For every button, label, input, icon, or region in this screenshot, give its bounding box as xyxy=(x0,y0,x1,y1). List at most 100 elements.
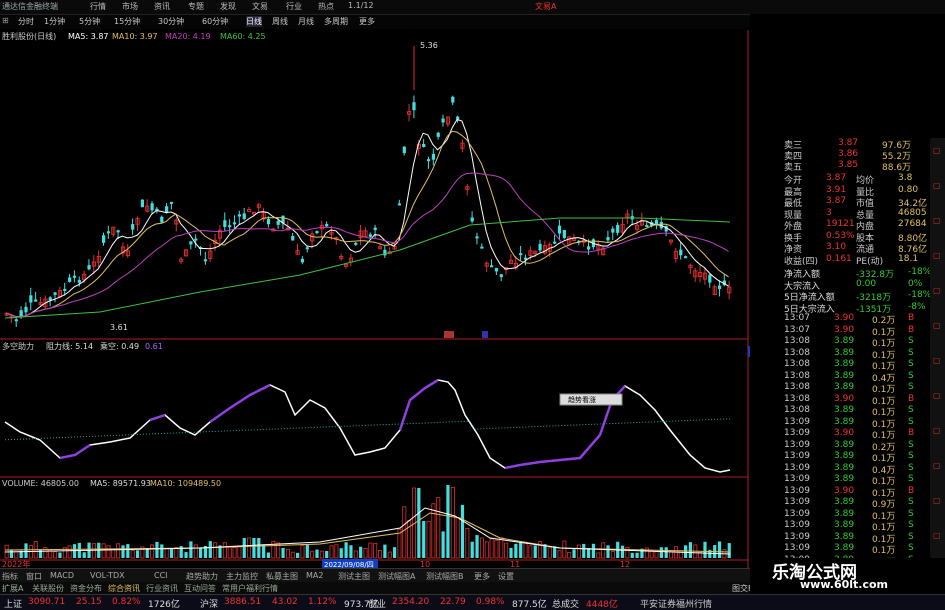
side-tab-icon-0[interactable]: ▢ xyxy=(933,146,941,155)
menu-item-7[interactable]: 热点 xyxy=(318,1,334,12)
menu-item-1[interactable]: 市场 xyxy=(122,1,138,12)
candle-body-87 xyxy=(426,159,431,162)
tick-time-6: 13:08 xyxy=(784,382,810,392)
candle-body-5 xyxy=(29,295,33,303)
period-tab-5[interactable]: 60分钟 xyxy=(202,16,228,27)
vol-bar-45 xyxy=(222,542,227,559)
candle-body-50 xyxy=(247,209,252,212)
status-index-pct-2: 0.98% xyxy=(476,597,505,607)
side-tab-icon-2[interactable]: ▢ xyxy=(933,216,941,225)
tick-time-12: 13:09 xyxy=(784,451,810,461)
kline-chart[interactable]: 胜利股份(日线) MA5: 3.87 MA10: 3.97 MA20: 4.19 MA6… xyxy=(0,30,750,340)
candle-body-140 xyxy=(684,256,688,259)
indicator-tab-7[interactable]: 私募主图 xyxy=(266,571,298,582)
menu-item-6[interactable]: 行业 xyxy=(286,1,302,12)
tick-price-6: 3.89 xyxy=(834,382,855,392)
info-tab-6[interactable]: 常用户福利行情 xyxy=(222,583,278,594)
volume-legend: VOLUME: 46805.00 xyxy=(2,479,79,488)
menu-item-3[interactable]: 专题 xyxy=(188,1,204,12)
period-tab-10[interactable]: 更多 xyxy=(359,16,375,27)
period-tab-8[interactable]: 月线 xyxy=(298,16,314,27)
candle-body-2 xyxy=(14,319,18,322)
status-index-name-0[interactable]: 上证 xyxy=(4,597,22,610)
menu-item-0[interactable]: 行情 xyxy=(90,1,106,12)
toolbar-grid-icon[interactable]: ⊞ xyxy=(2,16,9,25)
indicator-tab-3[interactable]: VOL-TDX xyxy=(90,571,125,580)
candle-body-147 xyxy=(717,285,722,290)
candle-body-9 xyxy=(48,297,52,301)
period-tab-7[interactable]: 周线 xyxy=(272,16,288,27)
menu-item-8[interactable]: 1.1/12 xyxy=(348,1,374,10)
info-tab-3[interactable]: 综合资讯 xyxy=(108,583,140,594)
vol-bar-132 xyxy=(644,547,649,559)
indicator-tab-9[interactable]: 测试主图 xyxy=(338,571,370,582)
vol-bar-54 xyxy=(266,552,271,558)
stat-val1-7: 0.161 xyxy=(826,253,852,264)
period-tab-6[interactable]: 日线 xyxy=(246,16,262,27)
side-tab-icon-11[interactable]: ▢ xyxy=(933,531,941,540)
indicator-tab-5[interactable]: 趋势助力 xyxy=(186,571,218,582)
tick-price-12: 3.89 xyxy=(834,451,855,461)
side-tab-icon-4[interactable]: ▢ xyxy=(933,286,941,295)
title-bar: 通达信金融终端 xyxy=(0,0,945,15)
vol-bar-27 xyxy=(135,550,140,558)
candle-body-81 xyxy=(397,203,402,206)
side-tab-icon-8[interactable]: ▢ xyxy=(933,426,941,435)
info-tab-0[interactable]: 扩展A xyxy=(2,583,23,594)
indicator-tab-10[interactable]: 测试幅图A xyxy=(378,571,415,582)
stat-val2-0: 3.8 xyxy=(898,173,913,183)
indicator-tab-13[interactable]: 设置 xyxy=(498,571,514,582)
indicator-tab-2[interactable]: MACD xyxy=(50,571,74,580)
info-tab-1[interactable]: 关联股份 xyxy=(32,583,64,594)
period-tab-3[interactable]: 15分钟 xyxy=(114,16,140,27)
candle-body-145 xyxy=(708,274,712,283)
stat-val1-2: 3.87 xyxy=(826,196,847,206)
side-tab-icon-5[interactable]: ▢ xyxy=(933,321,941,330)
period-tab-1[interactable]: 1分钟 xyxy=(44,16,65,27)
indicator-tab-1[interactable]: 窗口 xyxy=(26,571,42,582)
stat-val2-7: 18.1 xyxy=(898,253,919,264)
menu-item-4[interactable]: 发现 xyxy=(220,1,236,12)
vol-bar-123 xyxy=(601,542,606,559)
period-tab-4[interactable]: 30分钟 xyxy=(158,16,184,27)
tick-price-17: 3.89 xyxy=(834,508,855,519)
side-tab-strip[interactable]: ▢ ▢ ▢ ▢ ▢ ▢ ▢ ▢ ▢ ▢ ▢ ▢ xyxy=(930,138,945,578)
side-tab-icon-6[interactable]: ▢ xyxy=(933,356,941,365)
vol-bar-30 xyxy=(150,544,155,559)
status-index-name-3[interactable]: 总成交 xyxy=(552,597,579,610)
period-tab-0[interactable]: 分时 xyxy=(18,16,34,27)
indicator-tab-11[interactable]: 测试幅图B xyxy=(426,571,464,582)
indicator-tab-8[interactable]: MA2 xyxy=(306,571,323,580)
indicator-tab-0[interactable]: 指标 xyxy=(2,571,18,582)
indicator-tab-6[interactable]: 主力监控 xyxy=(226,571,258,582)
status-index-name-2[interactable]: 创业 xyxy=(368,597,386,610)
indicator-tab-12[interactable]: 更多 xyxy=(474,571,490,582)
side-tab-icon-7[interactable]: ▢ xyxy=(933,391,941,400)
indicator-chart[interactable]: 多空助力阻力线: 5.14乘空: 0.490.619.547.506.004.5… xyxy=(0,340,750,478)
candle-body-33 xyxy=(165,206,169,213)
status-index-name-1[interactable]: 沪深 xyxy=(200,597,218,610)
period-tab-9[interactable]: 多周期 xyxy=(324,16,348,27)
period-tab-2[interactable]: 5分钟 xyxy=(79,16,100,27)
info-tab-5[interactable]: 互动问答 xyxy=(184,583,216,594)
candle-body-21 xyxy=(106,231,111,234)
info-tab-4[interactable]: 行业资讯 xyxy=(146,583,178,594)
vol-bar-49 xyxy=(242,538,246,558)
candle-body-115 xyxy=(562,230,566,238)
indicator-tab-4[interactable]: CCI xyxy=(154,571,168,580)
menu-item-2[interactable]: 资讯 xyxy=(154,1,170,12)
tick-time-15: 13:09 xyxy=(784,485,810,496)
volume-chart[interactable]: VOLUME: 46805.00 MA5: 89571.93 MA10: 10948… xyxy=(0,478,750,568)
side-tab-icon-1[interactable]: ▢ xyxy=(933,181,941,190)
side-tab-icon-10[interactable]: ▢ xyxy=(933,496,941,505)
candle-body-132 xyxy=(645,225,649,228)
side-tab-icon-9[interactable]: ▢ xyxy=(933,461,941,470)
info-tab-2[interactable]: 资金分布 xyxy=(70,583,102,594)
candle-body-14 xyxy=(72,275,77,278)
side-tab-icon-3[interactable]: ▢ xyxy=(933,251,941,260)
menu-item-5[interactable]: 文易 xyxy=(252,1,268,12)
tick-time-5: 13:08 xyxy=(784,370,810,381)
vol-bar-135 xyxy=(659,547,663,558)
vol-bar-80 xyxy=(393,547,397,558)
vol-bar-85 xyxy=(417,488,421,558)
